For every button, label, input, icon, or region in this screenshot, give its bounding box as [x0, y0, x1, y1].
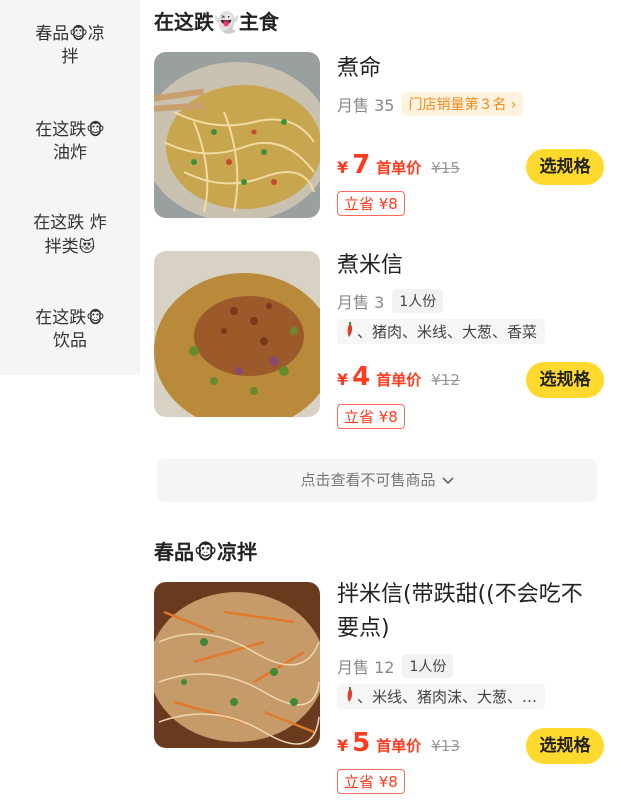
original-price: ¥15: [431, 159, 460, 177]
sidebar-item-chunpin-liangban[interactable]: 春品🐵凉 拌: [0, 22, 140, 69]
dish-card[interactable]: 拌米信(带跌甜((不会吃不要点) 月售 12 1人份 、米线、猪肉沫、大葱、… …: [154, 582, 604, 794]
section-title: 春品🐵凉拌: [154, 536, 257, 565]
sales-row: 月售 3 1人份: [337, 289, 444, 313]
dish-name: 煮米信: [337, 253, 404, 278]
sales-row: 月售 35 门店销量第３名 ›: [337, 92, 523, 116]
monthly-sales: 月售 3: [337, 293, 385, 312]
sidebar-item-yinpin[interactable]: 在这跌🐵 饮品: [0, 306, 140, 353]
sidebar-item-label: 在这跌: [35, 120, 87, 140]
price-currency: ¥: [337, 158, 349, 177]
sidebar-item-youzha[interactable]: 在这跌🐵 油炸: [0, 118, 140, 165]
sales-row: 月售 12 1人份: [337, 654, 454, 678]
price-unit-label: 首单价: [376, 371, 422, 389]
sidebar-item-label: 油炸: [53, 143, 87, 163]
chili-pepper-icon: [345, 686, 355, 707]
monkey-emoji-icon: 🐵: [194, 540, 218, 564]
original-price: ¥13: [431, 737, 460, 755]
price-currency: ¥: [337, 736, 349, 755]
monthly-sales: 月售 35: [337, 96, 395, 115]
section-title-text: 凉拌: [217, 540, 258, 564]
section-title-text: 在这跌: [154, 10, 214, 34]
dish-image[interactable]: [154, 582, 320, 748]
sidebar-item-label: 春品: [35, 24, 70, 44]
sidebar-item-label: 拌: [61, 47, 79, 67]
ingredients-tag: 、米线、猪肉沫、大葱、…: [337, 684, 546, 709]
price-value: 5: [352, 728, 371, 758]
section-title: 在这跌👻主食: [154, 6, 279, 35]
dish-card[interactable]: 煮米信 月售 3 1人份 、猪肉、米线、大葱、香菜 ¥ 4 首单价 ¥12 立省…: [154, 251, 604, 429]
original-price: ¥12: [431, 371, 460, 389]
sidebar-item-label: 拌类: [44, 237, 79, 257]
category-sidebar: 春品🐵凉 拌 在这跌🐵 油炸 在这跌 炸 拌类😻 在这跌🐵 饮品: [0, 0, 140, 375]
select-spec-button[interactable]: 选规格: [526, 362, 604, 398]
chili-pepper-icon: [345, 321, 355, 342]
select-spec-button[interactable]: 选规格: [526, 728, 604, 764]
sidebar-item-label: 在这跌: [35, 308, 87, 328]
price-unit-label: 首单价: [376, 737, 422, 755]
monkey-emoji-icon: 🐵: [86, 120, 105, 139]
monthly-sales: 月售 12: [337, 658, 395, 677]
dish-image[interactable]: [154, 52, 320, 218]
ingredients-text: 、猪肉、米线、大葱、香菜: [357, 323, 538, 341]
ingredients-text: 、米线、猪肉沫、大葱、…: [357, 688, 538, 706]
dish-name: 拌米信(带跌甜((不会吃不要点): [337, 582, 583, 641]
save-badge: 立省 ¥8: [337, 191, 405, 216]
view-unavailable-items-button[interactable]: 点击查看不可售商品: [157, 459, 597, 502]
unavailable-items-label: 点击查看不可售商品: [300, 471, 436, 489]
save-badge: 立省 ¥8: [337, 769, 405, 794]
sidebar-item-label: 凉: [87, 24, 105, 44]
price-currency: ¥: [337, 370, 349, 389]
serving-badge: 1人份: [402, 654, 454, 678]
save-badge: 立省 ¥8: [337, 404, 405, 429]
dish-image[interactable]: [154, 251, 320, 417]
heart-eyes-cat-emoji-icon: 😻: [78, 237, 96, 256]
section-title-text: 春品: [154, 540, 194, 564]
price-value: 4: [352, 362, 371, 392]
price-unit-label: 首单价: [376, 159, 422, 177]
section-title-text: 主食: [238, 10, 279, 34]
price-value: 7: [352, 150, 371, 180]
ingredients-tag: 、猪肉、米线、大葱、香菜: [337, 319, 546, 344]
rank-badge[interactable]: 门店销量第３名 ›: [402, 92, 523, 116]
price-row: ¥ 4 首单价 ¥12: [337, 362, 460, 392]
sidebar-item-zhabanlei[interactable]: 在这跌 炸 拌类😻: [0, 212, 140, 259]
ghost-emoji-icon: 👻: [214, 10, 239, 34]
chevron-down-icon: [441, 460, 454, 503]
sidebar-item-label: 在这跌 炸: [33, 213, 107, 233]
dish-name: 煮命: [337, 56, 382, 81]
monkey-emoji-icon: 🐵: [69, 24, 88, 43]
price-row: ¥ 5 首单价 ¥13: [337, 728, 460, 758]
select-spec-button[interactable]: 选规格: [526, 149, 604, 185]
serving-badge: 1人份: [392, 289, 444, 313]
price-row: ¥ 7 首单价 ¥15: [337, 150, 460, 180]
sidebar-item-label: 饮品: [53, 331, 87, 351]
dish-card[interactable]: 煮命 月售 35 门店销量第３名 › ¥ 7 首单价 ¥15 立省 ¥8 选规格: [154, 52, 604, 222]
monkey-emoji-icon: 🐵: [86, 308, 105, 327]
